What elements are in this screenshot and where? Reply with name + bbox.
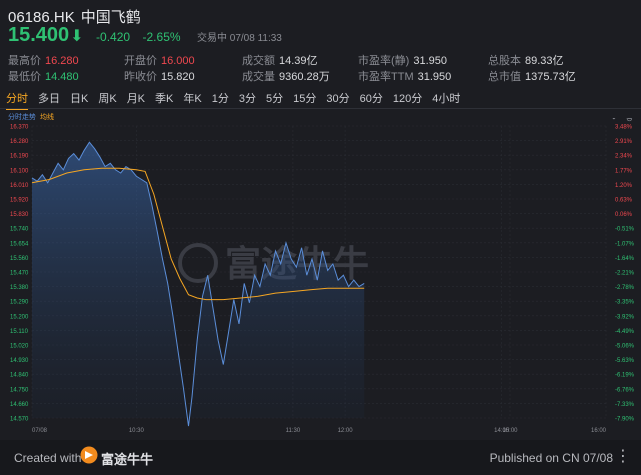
intraday-chart[interactable]: 16.370 3.48% 16.280 2.91% 16.190 2.34% 16.100 1… [0, 118, 641, 440]
footer: Created with 富途牛牛 Published on CN 07/08 … [0, 440, 641, 475]
tab-14[interactable]: 4小时 [432, 88, 460, 108]
pct-tick-label: -0.51% [615, 227, 635, 233]
pct-tick-label: -4.49% [615, 329, 635, 335]
pct-tick-label: -3.92% [615, 314, 635, 320]
tab-5[interactable]: 季K [155, 88, 173, 108]
stat-total-shares: 总股本 89.33亿 [488, 55, 564, 67]
pct-tick-label: -6.19% [615, 373, 635, 379]
arrow-down-icon: ⬇ [70, 28, 84, 45]
stat-volume: 成交量 9360.28万 [242, 71, 330, 83]
y-tick-label: 16.010 [10, 183, 29, 189]
period-tabs: 分时 多日 日K 周K 月K 季K 年K 1分 3分 5分 15分 30分 60分 120分 4小时 [6, 88, 470, 110]
price-row: 15.400⬇ -0.420 -2.65% 交易中 07/08 11:33 [8, 24, 282, 47]
tab-11[interactable]: 30分 [326, 88, 349, 108]
price-change: -0.420 [96, 30, 131, 44]
y-tick-label: 15.560 [10, 256, 29, 262]
tab-4[interactable]: 月K [127, 88, 145, 108]
x-tick-label: 07/08 [32, 428, 48, 434]
pct-tick-label: 0.06% [615, 212, 633, 218]
published-label: Published on CN 07/08 [489, 451, 613, 465]
created-with-label: Created with [14, 451, 82, 465]
pct-tick-label: 1.20% [615, 183, 633, 189]
pct-tick-label: -2.78% [615, 285, 635, 291]
pct-tick-label: 0.63% [615, 198, 633, 204]
reset-icon[interactable]: ⊖ [626, 118, 633, 123]
y-tick-label: 15.470 [10, 271, 29, 277]
y-tick-label: 15.200 [10, 314, 29, 320]
tab-12[interactable]: 60分 [360, 88, 383, 108]
y-tick-label: 14.750 [10, 387, 29, 393]
tab-6[interactable]: 年K [183, 88, 201, 108]
price-change-pct: -2.65% [142, 30, 181, 44]
y-tick-label: 14.660 [10, 402, 29, 408]
pct-tick-label: -1.64% [615, 256, 635, 262]
futu-logo-icon [80, 446, 98, 464]
tab-7[interactable]: 1分 [212, 88, 229, 108]
stat-turnover: 成交额 14.39亿 [242, 55, 318, 67]
y-tick-label: 16.370 [10, 125, 29, 131]
pct-tick-label: -3.35% [615, 300, 635, 306]
tab-8[interactable]: 3分 [239, 88, 256, 108]
stat-prev-close: 昨收价 15.820 [124, 71, 195, 83]
trading-status: 交易中 07/08 11:33 [197, 33, 282, 44]
y-tick-label: 15.740 [10, 227, 29, 233]
tab-divider [0, 108, 641, 109]
y-tick-label: 14.840 [10, 373, 29, 379]
y-tick-label: 16.100 [10, 168, 29, 174]
stat-open: 开盘价 16.000 [124, 55, 195, 67]
x-tick-label: 16:00 [591, 428, 607, 434]
pct-tick-label: -7.33% [615, 402, 635, 408]
brand-name: 富途牛牛 [101, 452, 154, 467]
pct-tick-label: -6.76% [615, 387, 635, 393]
x-tick-label: 11:30 [286, 428, 301, 434]
tab-3[interactable]: 周K [98, 88, 116, 108]
y-tick-label: 15.920 [10, 198, 29, 204]
tab-2[interactable]: 日K [70, 88, 88, 108]
more-icon[interactable]: ⋮ [615, 446, 631, 466]
pct-tick-label: -5.63% [615, 358, 635, 364]
pct-tick-label: 3.48% [615, 125, 633, 131]
stat-pe-static: 市盈率(静) 31.950 [358, 55, 447, 67]
stat-market-cap: 总市值 1375.73亿 [488, 71, 576, 83]
y-tick-label: 15.654 [10, 241, 29, 247]
pct-tick-label: 1.77% [615, 168, 633, 174]
stat-low: 最低价 14.480 [8, 71, 79, 83]
current-price: 15.400 [8, 24, 70, 46]
y-tick-label: 14.570 [10, 417, 29, 423]
y-tick-label: 15.830 [10, 212, 29, 218]
tab-9[interactable]: 5分 [266, 88, 283, 108]
y-tick-label: 16.190 [10, 154, 29, 160]
pct-tick-label: 2.34% [615, 154, 633, 160]
y-tick-label: 15.290 [10, 300, 29, 306]
pct-tick-label: 2.91% [615, 139, 633, 145]
tab-13[interactable]: 120分 [393, 88, 422, 108]
tab-0[interactable]: 分时 [6, 88, 28, 110]
tab-1[interactable]: 多日 [38, 88, 60, 108]
tab-10[interactable]: 15分 [293, 88, 316, 108]
y-tick-label: 15.380 [10, 285, 29, 291]
pct-tick-label: -2.21% [615, 271, 635, 277]
stock-header: 06186.HK 中国飞鹤 15.400⬇ -0.420 -2.65% 交易中 0… [0, 0, 641, 86]
pct-tick-label: -1.07% [615, 241, 635, 247]
pct-tick-label: -5.06% [615, 344, 635, 350]
x-tick-label: 15:00 [502, 428, 518, 434]
y-tick-label: 14.930 [10, 358, 29, 364]
x-tick-label: 10:30 [129, 428, 145, 434]
x-tick-label: 12:00 [338, 428, 354, 434]
pct-tick-label: -7.90% [615, 417, 635, 423]
y-tick-label: 15.110 [10, 329, 29, 335]
stat-pe-ttm: 市盈率TTM 31.950 [358, 71, 452, 83]
undo-icon[interactable]: ↶ [611, 118, 619, 123]
price-area [32, 142, 365, 427]
stat-high: 最高价 16.280 [8, 55, 79, 67]
y-tick-label: 15.020 [10, 344, 29, 350]
y-tick-label: 16.280 [10, 139, 29, 145]
